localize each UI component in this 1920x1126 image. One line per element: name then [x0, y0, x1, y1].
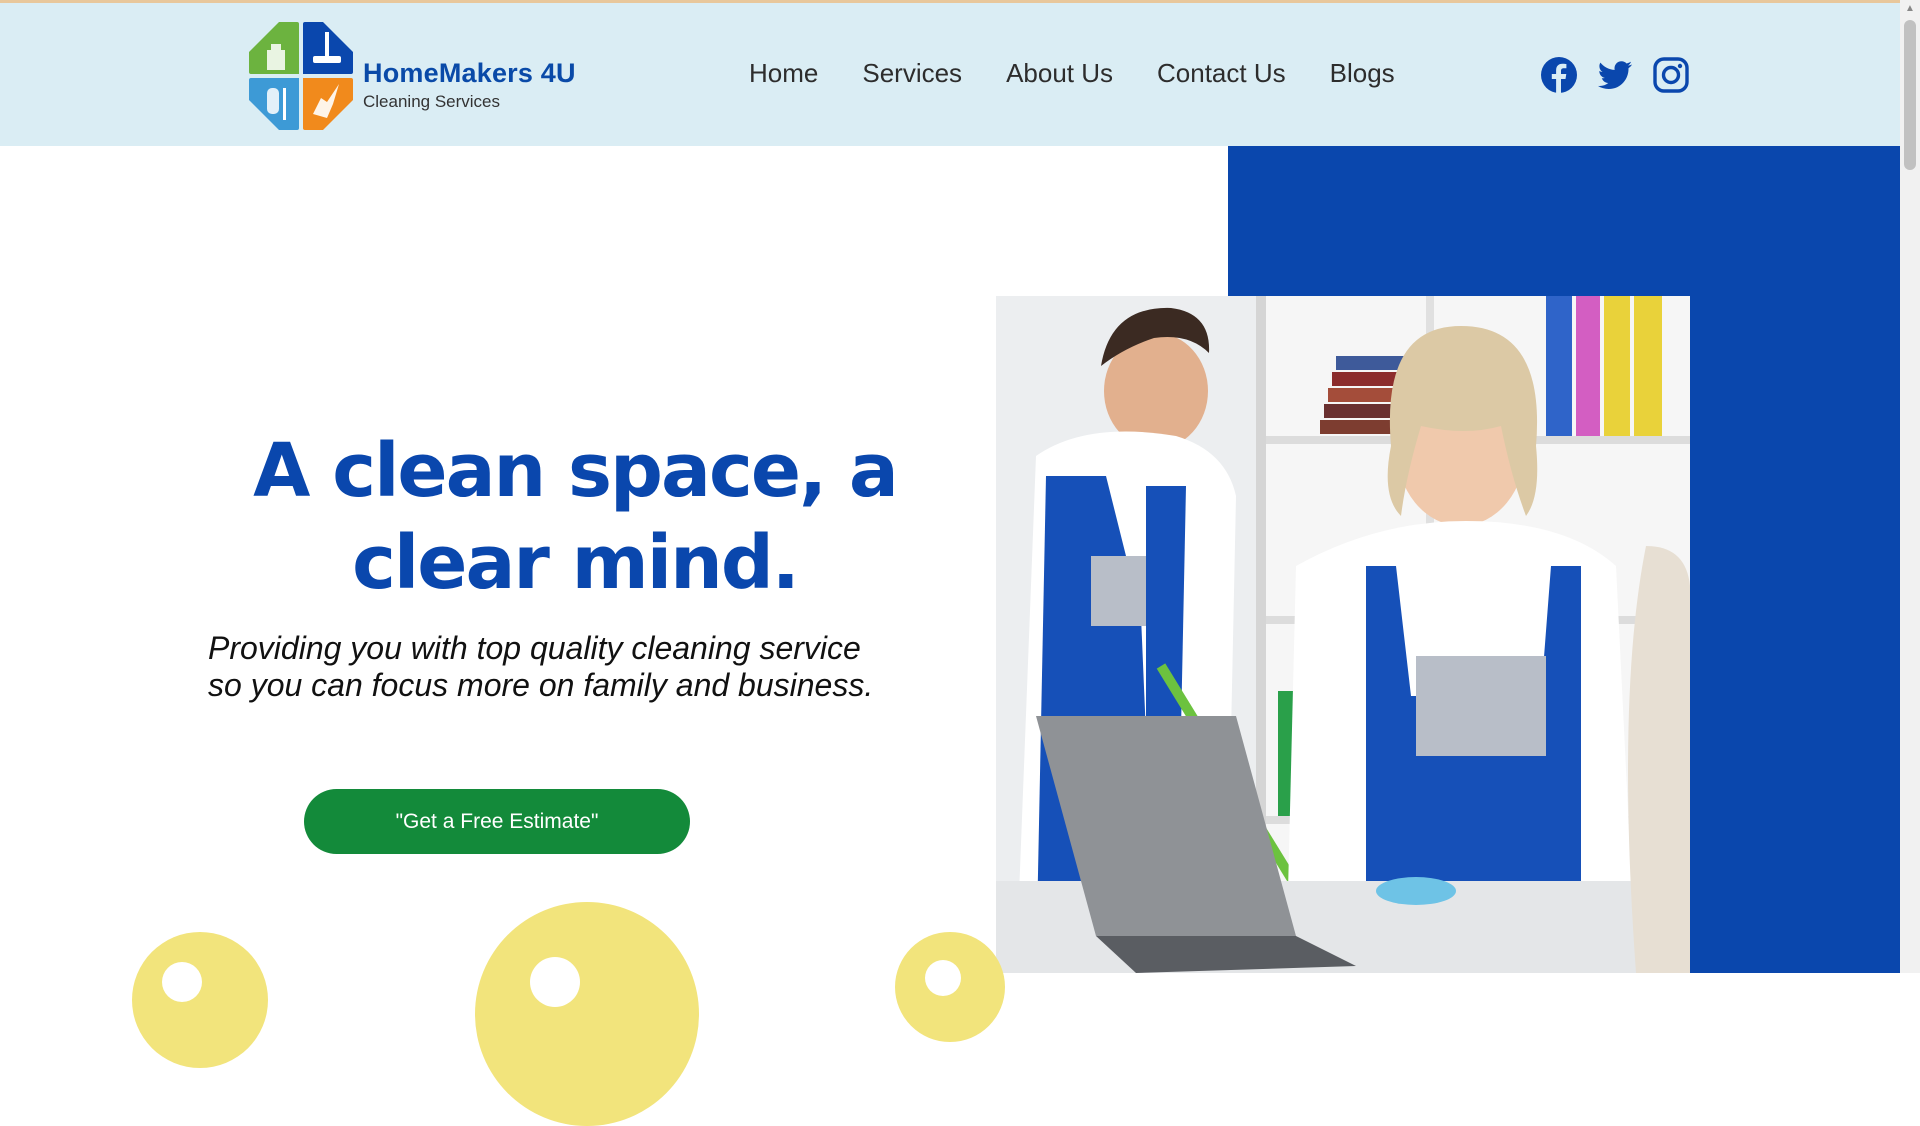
- hero-photo: [996, 296, 1690, 973]
- scroll-up-arrow-icon[interactable]: ▲: [1900, 0, 1920, 18]
- logo-mark-icon: [249, 22, 353, 130]
- main-nav: Home Services About Us Contact Us Blogs: [749, 58, 1395, 89]
- nav-about-us[interactable]: About Us: [1006, 58, 1113, 89]
- decorative-bubble-left: [132, 932, 268, 1068]
- hero-headline: A clean space, a clear mind.: [200, 425, 950, 609]
- scroll-thumb[interactable]: [1904, 20, 1916, 170]
- instagram-icon[interactable]: [1652, 56, 1690, 94]
- page-scrollbar[interactable]: ▲: [1900, 0, 1920, 973]
- nav-home[interactable]: Home: [749, 58, 818, 89]
- logo-tagline: Cleaning Services: [363, 92, 501, 111]
- twitter-icon[interactable]: [1596, 56, 1634, 94]
- decorative-bubble-right: [895, 932, 1005, 1042]
- site-header: HomeMakers 4U Cleaning Services Home Ser…: [0, 3, 1900, 146]
- social-links: [1540, 56, 1690, 94]
- nav-services[interactable]: Services: [862, 58, 962, 89]
- hero-subheading-line2: so you can focus more on family and busi…: [208, 667, 874, 703]
- hero-headline-line2: clear mind.: [352, 520, 800, 606]
- facebook-icon[interactable]: [1540, 56, 1578, 94]
- nav-contact-us[interactable]: Contact Us: [1157, 58, 1286, 89]
- hero-subheading: Providing you with top quality cleaning …: [208, 630, 968, 704]
- decorative-bubble-center: [475, 902, 699, 1126]
- free-estimate-button[interactable]: "Get a Free Estimate": [304, 789, 690, 854]
- hero-headline-line1: A clean space, a: [253, 428, 899, 514]
- logo-name: HomeMakers 4U: [363, 58, 576, 88]
- hero-subheading-line1: Providing you with top quality cleaning …: [208, 630, 861, 666]
- cleaners-photo-illustration: [996, 296, 1690, 973]
- site-logo[interactable]: HomeMakers 4U Cleaning Services: [243, 18, 583, 136]
- nav-blogs[interactable]: Blogs: [1330, 58, 1395, 89]
